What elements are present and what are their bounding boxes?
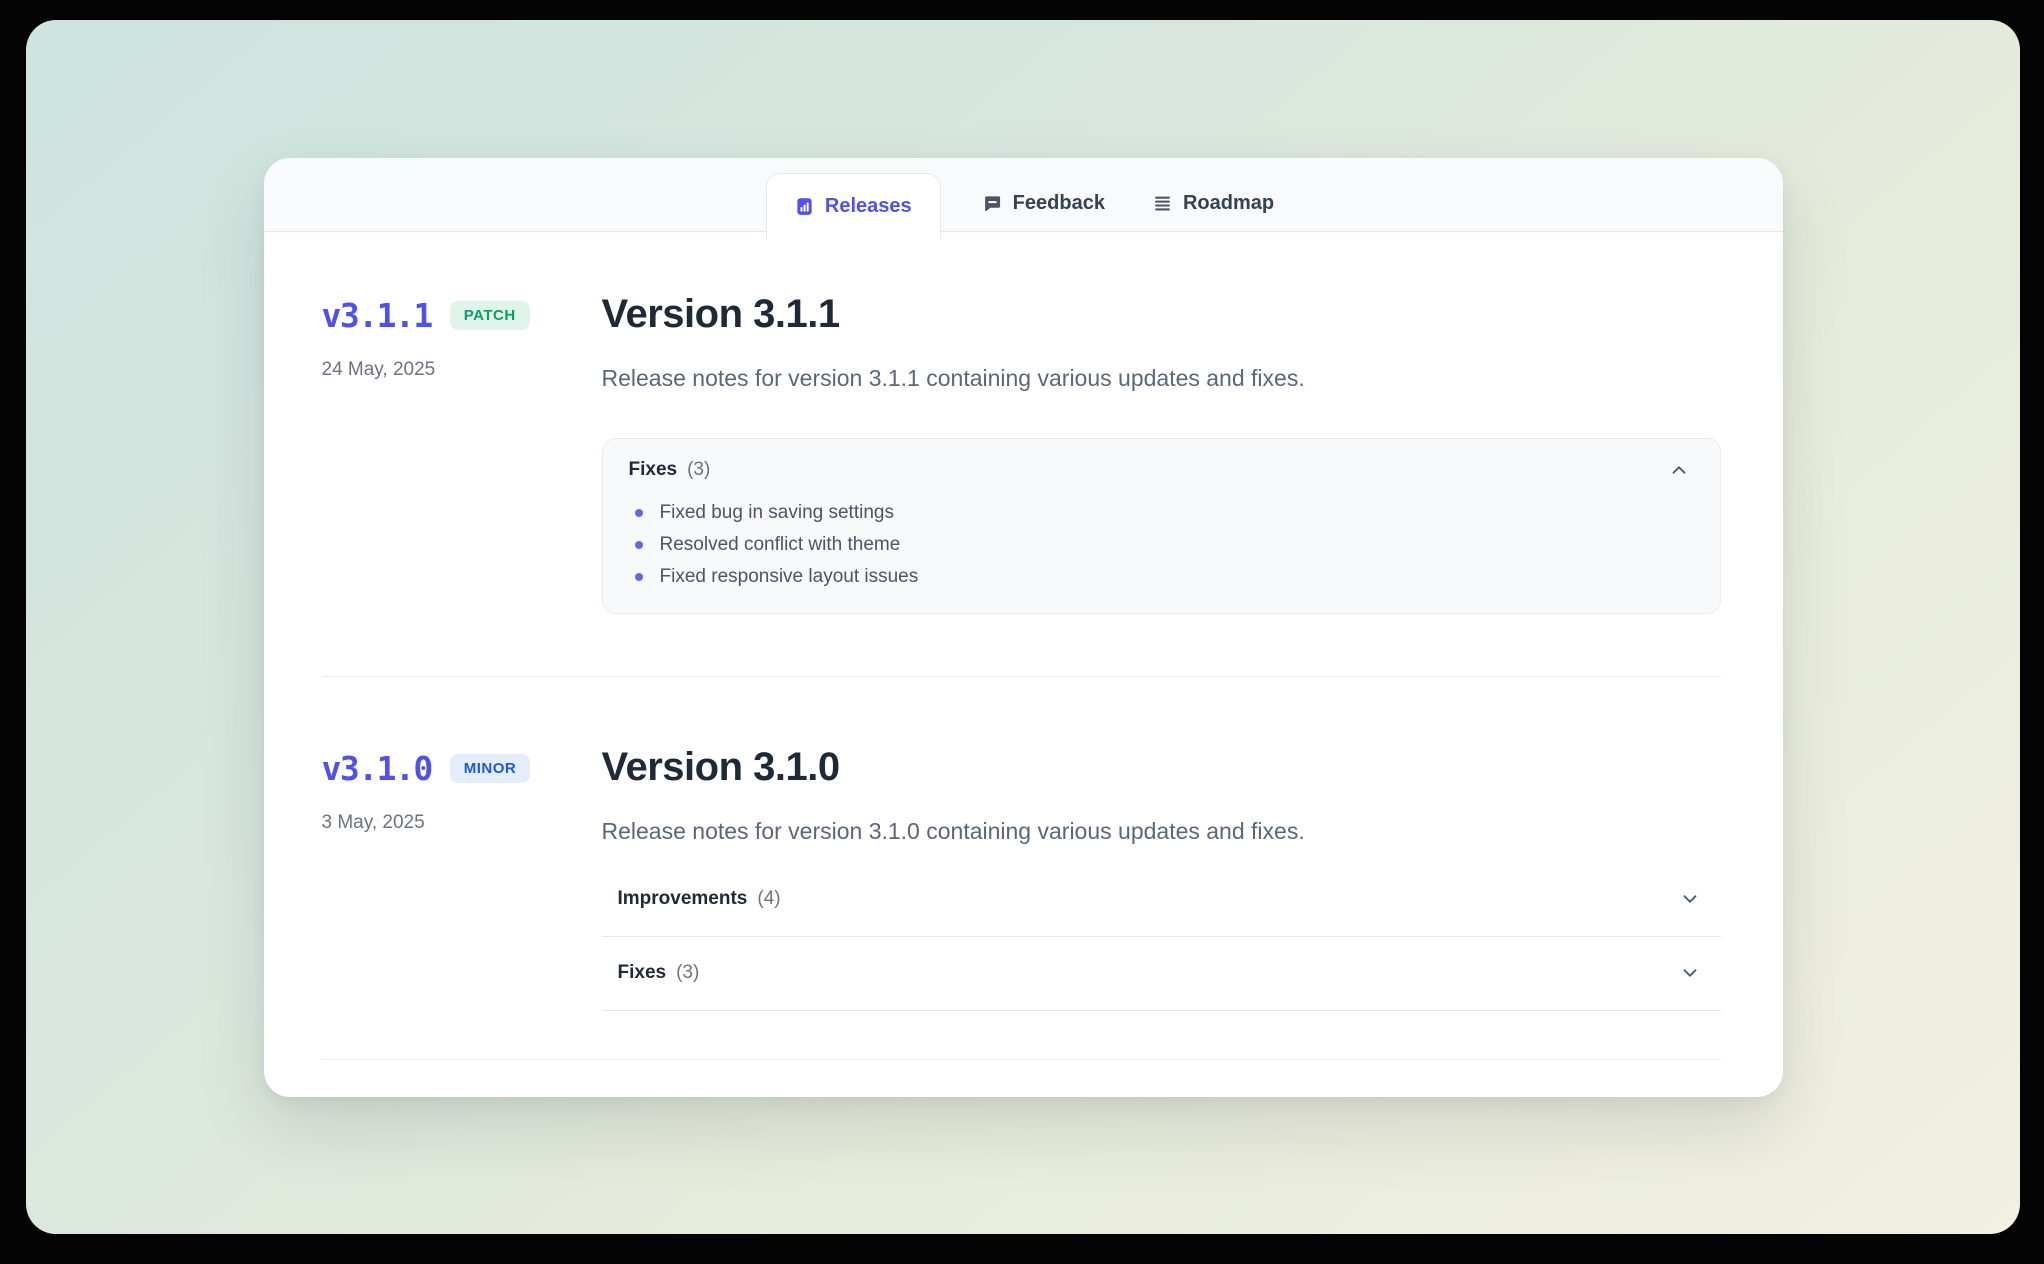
tab-releases[interactable]: Releases (766, 173, 941, 239)
tab-label: Releases (825, 195, 912, 218)
bullet-dot (635, 509, 643, 517)
tab-label: Feedback (1013, 192, 1105, 215)
release-entry-v311: v3.1.1 PATCH 24 May, 2025 Version 3.1.1 … (322, 292, 1721, 614)
chevron-down-icon[interactable] (1679, 888, 1701, 910)
list-item-text: Fixed bug in saving settings (660, 502, 894, 524)
tab-bar: Releases Feedback Roadmap (264, 158, 1783, 232)
tab-roadmap[interactable]: Roadmap (1147, 192, 1280, 215)
release-divider (322, 676, 1721, 677)
version-badge: PATCH (450, 301, 530, 330)
release-body: Version 3.1.1 Release notes for version … (602, 292, 1721, 614)
release-divider (322, 1059, 1721, 1060)
list-item: Fixed bug in saving settings (635, 497, 1690, 529)
releases-list: v3.1.1 PATCH 24 May, 2025 Version 3.1.1 … (264, 232, 1783, 1097)
version-label: v3.1.1 (322, 296, 432, 335)
accordion-row-improvements[interactable]: Improvements (4) (602, 863, 1721, 937)
tab-label: Roadmap (1183, 192, 1274, 215)
feedback-icon (983, 194, 1002, 213)
accordion-group: Improvements (4) Fixes (3) (602, 863, 1721, 1011)
roadmap-icon (1153, 194, 1172, 213)
releases-icon (795, 197, 814, 216)
fixes-panel-toggle[interactable]: Fixes (3) (629, 459, 1690, 481)
list-item: Resolved conflict with theme (635, 529, 1690, 561)
section-count: (4) (757, 888, 780, 910)
release-entry-v310: v3.1.0 MINOR 3 May, 2025 Version 3.1.0 R… (322, 745, 1721, 1011)
release-date: 3 May, 2025 (322, 812, 602, 834)
fixes-panel: Fixes (3) Fixed bug in saving settings (602, 438, 1721, 614)
release-date: 24 May, 2025 (322, 359, 602, 381)
chevron-down-icon[interactable] (1679, 962, 1701, 984)
release-meta: v3.1.1 PATCH 24 May, 2025 (322, 292, 602, 381)
tab-feedback[interactable]: Feedback (977, 192, 1111, 215)
release-notes-card: Releases Feedback Roadmap v3 (264, 158, 1783, 1097)
fixes-list: Fixed bug in saving settings Resolved co… (629, 497, 1690, 593)
release-description: Release notes for version 3.1.1 containi… (602, 362, 1721, 394)
bullet-dot (635, 541, 643, 549)
release-description: Release notes for version 3.1.0 containi… (602, 815, 1721, 847)
section-label: Fixes (629, 459, 678, 481)
bullet-dot (635, 573, 643, 581)
release-body: Version 3.1.0 Release notes for version … (602, 745, 1721, 1011)
release-meta: v3.1.0 MINOR 3 May, 2025 (322, 745, 602, 834)
chevron-up-icon[interactable] (1668, 459, 1690, 481)
list-item-text: Resolved conflict with theme (660, 534, 901, 556)
section-count: (3) (687, 459, 710, 481)
version-label: v3.1.0 (322, 749, 432, 788)
accordion-row-fixes[interactable]: Fixes (3) (602, 937, 1721, 1011)
section-label: Improvements (618, 888, 748, 910)
list-item: Fixed responsive layout issues (635, 561, 1690, 593)
release-title: Version 3.1.1 (602, 292, 1721, 336)
list-item-text: Fixed responsive layout issues (660, 566, 919, 588)
version-badge: MINOR (450, 754, 531, 783)
desktop-background: Releases Feedback Roadmap v3 (26, 20, 2020, 1234)
release-title: Version 3.1.0 (602, 745, 1721, 789)
section-label: Fixes (618, 962, 667, 984)
section-count: (3) (676, 962, 699, 984)
